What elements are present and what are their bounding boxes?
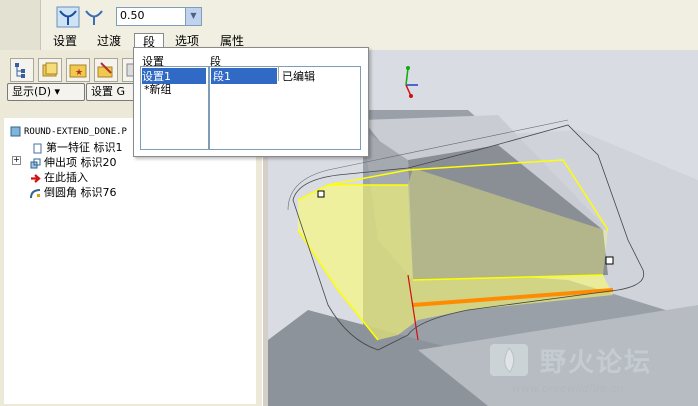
- settings-list-item[interactable]: *新组: [144, 81, 172, 97]
- tree-expand-toggle[interactable]: +: [12, 156, 21, 165]
- segment-cell-divider: [278, 66, 279, 81]
- connections-tab-icon[interactable]: [94, 58, 118, 82]
- segment-name[interactable]: 段1: [211, 68, 277, 84]
- forum-watermark: 野火论坛 www.proewildfire.cn: [488, 338, 693, 400]
- folder-browser-tab-icon[interactable]: [38, 58, 62, 82]
- radius-value: 0.50: [120, 9, 145, 22]
- watermark-url: www.proewildfire.cn: [512, 382, 624, 395]
- chevron-down-icon[interactable]: ▼: [185, 8, 201, 25]
- conic-round-icon[interactable]: [82, 6, 106, 28]
- tree-root-label: ROUND-EXTEND_DONE.P: [24, 127, 127, 137]
- display-button[interactable]: 显示(D) ▾: [7, 83, 85, 101]
- tree-item-label: 伸出项 标识20: [44, 156, 117, 169]
- tree-item-label: 在此插入: [44, 171, 88, 184]
- segments-panel: 设置 段 设置1 *新组 段1 已编辑: [133, 47, 369, 157]
- round-icon: [30, 188, 41, 198]
- favorites-tab-icon[interactable]: ★: [66, 58, 90, 82]
- insert-here-arrow-icon: [31, 173, 41, 183]
- extrude-icon: [30, 158, 41, 168]
- flame-logo-icon: [490, 344, 528, 376]
- tree-item-extrude[interactable]: 伸出项 标识20: [30, 154, 117, 170]
- tree-item-first-feature[interactable]: 第一特征 标识1: [32, 139, 123, 155]
- watermark-title: 野火论坛: [540, 348, 653, 378]
- tree-root[interactable]: ROUND-EXTEND_DONE.P: [10, 124, 127, 137]
- tree-item-label: 第一特征 标识1: [46, 141, 123, 154]
- segment-status: 已编辑: [282, 70, 315, 83]
- settings-button[interactable]: 设置 G: [86, 83, 138, 101]
- part-icon: [10, 126, 21, 136]
- tree-item-label: 倒圆角 标识76: [44, 186, 117, 199]
- dashboard-toolbar: 0.50 ▼ 设置 过渡 段 选项 属性: [0, 0, 698, 51]
- feature-icon: [33, 143, 42, 153]
- model-tree-tab-icon[interactable]: [10, 58, 34, 82]
- dashboard-left-strip: [0, 0, 41, 50]
- svg-text:★: ★: [75, 68, 83, 78]
- tree-item-round[interactable]: 倒圆角 标识76: [30, 184, 117, 200]
- circular-round-icon[interactable]: [56, 6, 80, 28]
- tab-transition[interactable]: 过渡: [96, 33, 122, 51]
- tree-item-insert-here[interactable]: 在此插入: [30, 169, 88, 185]
- tab-settings[interactable]: 设置: [52, 33, 78, 51]
- radius-combo[interactable]: 0.50 ▼: [116, 7, 202, 26]
